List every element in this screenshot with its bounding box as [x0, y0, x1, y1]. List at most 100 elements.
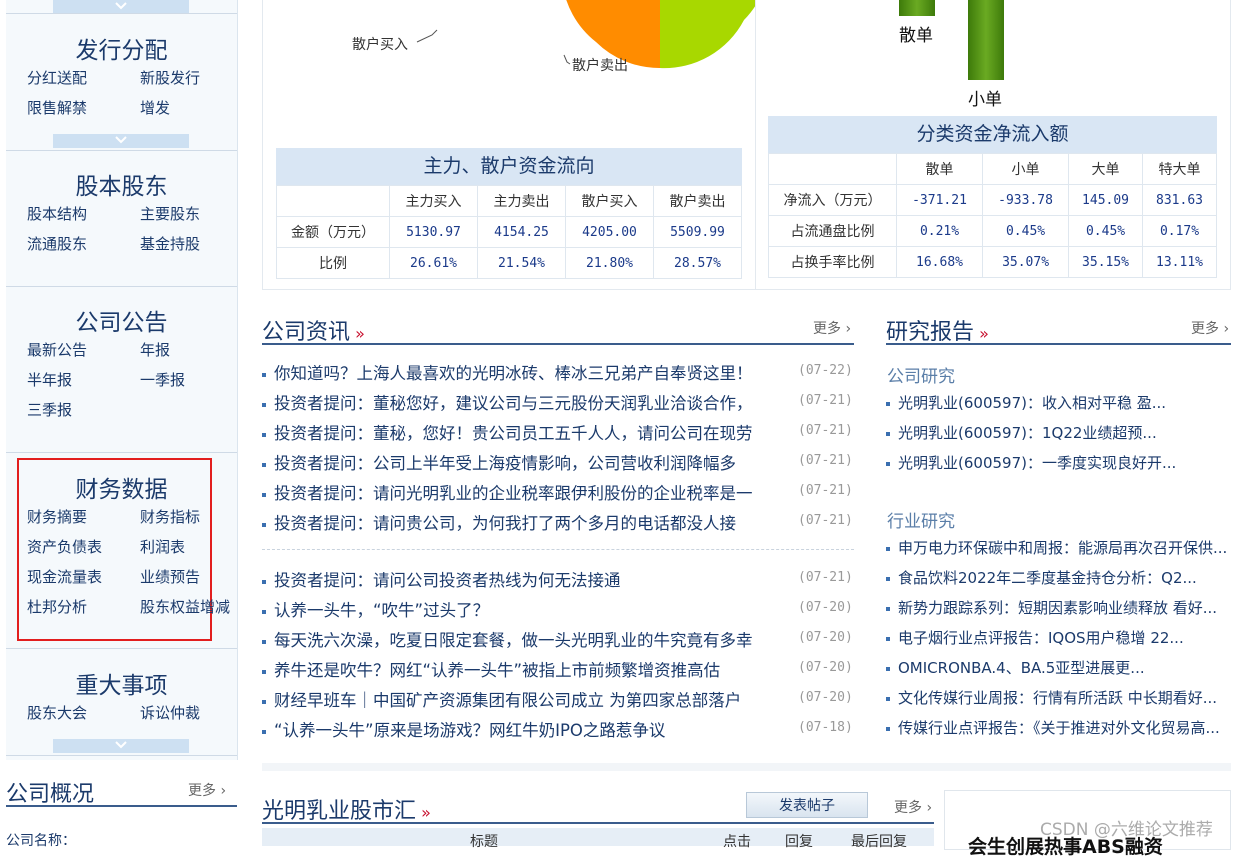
double-chevron-icon: »	[350, 324, 365, 343]
news-item[interactable]: 投资者提问：董秘，您好！贵公司员工五千人人，请问公司在现劳	[262, 420, 753, 444]
post-button[interactable]: 发表帖子	[746, 792, 868, 818]
news-item-text[interactable]: 认养一头牛，“吹牛”过头了？	[274, 601, 489, 620]
news-item[interactable]: 每天洗六次澡，吃夏日限定套餐，做一头光明乳业的牛究竟有多幸	[262, 627, 753, 651]
news-item[interactable]: 投资者提问：请问光明乳业的企业税率跟伊利股份的企业税率是一	[262, 480, 753, 504]
sidebar-item-dupont[interactable]: 杜邦分析	[27, 596, 87, 617]
report-item-text[interactable]: 光明乳业(600597)：一季度实现良好开...	[898, 454, 1176, 472]
news-item[interactable]: 投资者提问：请问贵公司，为何我打了两个多月的电话都没人接	[262, 510, 736, 534]
report-item[interactable]: 新势力跟踪系列：短期因素影响业绩释放 看好...	[886, 597, 1217, 618]
sidebar-item-fund-holdings[interactable]: 基金持股	[140, 233, 200, 254]
report-item[interactable]: 传媒行业点评报告：《关于推进对外文化贸易高...	[886, 717, 1220, 738]
news-date: (07-18)	[798, 720, 853, 735]
report-item[interactable]: 光明乳业(600597)：一季度实现良好开...	[886, 452, 1176, 473]
research-title: 研究报告 »	[886, 314, 989, 346]
news-item[interactable]: 你知道吗？上海人最喜欢的光明冰砖、棒冰三兄弟产自奉贤这里！	[262, 360, 753, 384]
news-item[interactable]: “认养一头牛”原来是场游戏？网红牛奶IPO之路惹争议	[262, 717, 665, 741]
news-date: (07-21)	[798, 483, 853, 498]
news-item-text[interactable]: 财经早班车｜中国矿产资源集团有限公司成立 为第四家总部落户	[274, 691, 741, 710]
sidebar-item-balance-sheet[interactable]: 资产负债表	[27, 536, 102, 557]
report-item-text[interactable]: 申万电力环保碳中和周报：能源局再次召开保供...	[898, 539, 1227, 557]
report-item-text[interactable]: 传媒行业点评报告：《关于推进对外文化贸易高...	[898, 719, 1220, 737]
table-header: 散户卖出	[653, 185, 742, 217]
news-item[interactable]: 投资者提问：公司上半年受上海疫情影响，公司营收利润降幅多	[262, 450, 736, 474]
report-item-text[interactable]: 文化传媒行业周报：行情有所活跃 中长期看好...	[898, 689, 1217, 707]
report-item[interactable]: 光明乳业(600597)：1Q22业绩超预...	[886, 422, 1157, 443]
section-gap	[262, 763, 1231, 771]
news-item[interactable]: 认养一头牛，“吹牛”过头了？	[262, 597, 489, 621]
news-item-text[interactable]: 养牛还是吹牛？网红“认养一头牛”被指上市前频繁增资推高估	[274, 661, 720, 680]
news-item[interactable]: 养牛还是吹牛？网红“认养一头牛”被指上市前频繁增资推高估	[262, 657, 720, 681]
table-row: 占换手率比例 16.68% 35.07% 35.15% 13.11%	[768, 246, 1217, 278]
report-item-text[interactable]: 新势力跟踪系列：短期因素影响业绩释放 看好...	[898, 599, 1217, 617]
news-more-link[interactable]: 更多 ›	[813, 318, 851, 338]
more-label: 更多	[188, 783, 216, 799]
report-item[interactable]: 食品饮料2022年二季度基金持仓分析：Q2...	[886, 567, 1197, 588]
table-cell: 21.54%	[477, 247, 566, 279]
table-row: 散单 小单 大单 特大单	[768, 153, 1217, 185]
news-item-text[interactable]: 投资者提问：董秘您好，建议公司与三元股份天润乳业洽谈合作，	[274, 394, 753, 413]
report-item-text[interactable]: 光明乳业(600597)：1Q22业绩超预...	[898, 424, 1157, 442]
expand-bar[interactable]	[53, 739, 189, 753]
report-item[interactable]: 电子烟行业点评报告：IQOS用户稳增 22...	[886, 627, 1184, 648]
report-item[interactable]: OMICRONBA.4、BA.5亚型进展更...	[886, 657, 1145, 678]
sidebar-item-income[interactable]: 利润表	[140, 536, 185, 557]
sidebar-item-indicators[interactable]: 财务指标	[140, 506, 200, 527]
report-item-text[interactable]: 电子烟行业点评报告：IQOS用户稳增 22...	[898, 629, 1184, 647]
news-item-text[interactable]: 投资者提问：请问光明乳业的企业税率跟伊利股份的企业税率是一	[274, 484, 753, 503]
sidebar-item-semiannual[interactable]: 半年报	[27, 369, 72, 390]
sidebar-item-forecast[interactable]: 业绩预告	[140, 566, 200, 587]
sidebar-item-float-holders[interactable]: 流通股东	[27, 233, 87, 254]
forum-more-link[interactable]: 更多 ›	[894, 797, 932, 817]
row-label: 比例	[276, 247, 390, 279]
news-item-text[interactable]: 你知道吗？上海人最喜欢的光明冰砖、棒冰三兄弟产自奉贤这里！	[274, 364, 753, 383]
news-title-text: 公司资讯	[262, 320, 351, 345]
news-item[interactable]: 投资者提问：请问公司投资者热线为何无法接通	[262, 567, 621, 591]
news-item-text[interactable]: 每天洗六次澡，吃夏日限定套餐，做一头光明乳业的牛究竟有多幸	[274, 631, 753, 650]
sidebar-item-share-structure[interactable]: 股本结构	[27, 203, 87, 224]
news-item-text[interactable]: 投资者提问：董秘，您好！贵公司员工五千人人，请问公司在现劳	[274, 424, 753, 443]
report-item-text[interactable]: 食品饮料2022年二季度基金持仓分析：Q2...	[898, 569, 1197, 587]
sidebar-item-q1[interactable]: 一季报	[140, 369, 185, 390]
sidebar-item-latest[interactable]: 最新公告	[27, 339, 87, 360]
news-item-text[interactable]: 投资者提问：请问贵公司，为何我打了两个多月的电话都没人接	[274, 514, 736, 533]
overview-field-name: 公司名称：	[6, 833, 76, 849]
sidebar-item-meeting[interactable]: 股东大会	[27, 702, 87, 723]
news-date: (07-21)	[798, 393, 853, 408]
table-row: 占流通盘比例 0.21% 0.45% 0.45% 0.17%	[768, 215, 1217, 247]
report-item[interactable]: 光明乳业(600597)：收入相对平稳 盈...	[886, 392, 1166, 413]
news-item[interactable]: 财经早班车｜中国矿产资源集团有限公司成立 为第四家总部落户	[262, 687, 741, 711]
news-item-text[interactable]: “认养一头牛”原来是场游戏？网红牛奶IPO之路惹争议	[274, 721, 665, 740]
sidebar-item-litigation[interactable]: 诉讼仲裁	[140, 702, 200, 723]
col-title: 标题	[470, 834, 498, 850]
sidebar-item-annual[interactable]: 年报	[140, 339, 170, 360]
pie-label-retail-sell: 散户卖出	[572, 58, 628, 74]
sidebar-item-dividend[interactable]: 分红送配	[27, 67, 87, 88]
sidebar-item-additional[interactable]: 增发	[140, 97, 170, 118]
bullet-icon	[262, 522, 266, 527]
bullet-icon	[262, 462, 266, 467]
bullet-icon	[886, 401, 890, 406]
sidebar-item-equity-change[interactable]: 股东权益增减	[140, 596, 230, 617]
sidebar-item-ipo[interactable]: 新股发行	[140, 67, 200, 88]
table-cell: 21.80%	[565, 247, 654, 279]
news-item-text[interactable]: 投资者提问：请问公司投资者热线为何无法接通	[274, 571, 621, 590]
expand-bar[interactable]	[53, 0, 189, 14]
sidebar-item-cashflow[interactable]: 现金流量表	[27, 566, 102, 587]
sidebar-item-summary[interactable]: 财务摘要	[27, 506, 87, 527]
chevron-down-icon	[115, 136, 127, 144]
report-item-text[interactable]: 光明乳业(600597)：收入相对平稳 盈...	[898, 394, 1166, 412]
table-cell: 0.45%	[1068, 215, 1144, 247]
expand-bar[interactable]	[53, 134, 189, 148]
news-item[interactable]: 投资者提问：董秘您好，建议公司与三元股份天润乳业洽谈合作，	[262, 390, 753, 414]
sidebar-item-unlock[interactable]: 限售解禁	[27, 97, 87, 118]
sidebar-item-major-holders[interactable]: 主要股东	[140, 203, 200, 224]
table-header: 散户买入	[565, 185, 654, 217]
report-item[interactable]: 文化传媒行业周报：行情有所活跃 中长期看好...	[886, 687, 1217, 708]
news-item-text[interactable]: 投资者提问：公司上半年受上海疫情影响，公司营收利润降幅多	[274, 454, 736, 473]
research-more-link[interactable]: 更多 ›	[1191, 318, 1229, 338]
sidebar-item-q3[interactable]: 三季报	[27, 399, 72, 420]
report-item-text[interactable]: OMICRONBA.4、BA.5亚型进展更...	[898, 659, 1145, 677]
overview-more-link[interactable]: 更多 ›	[188, 780, 226, 800]
news-date: (07-20)	[798, 600, 853, 615]
report-item[interactable]: 申万电力环保碳中和周报：能源局再次召开保供...	[886, 537, 1227, 558]
